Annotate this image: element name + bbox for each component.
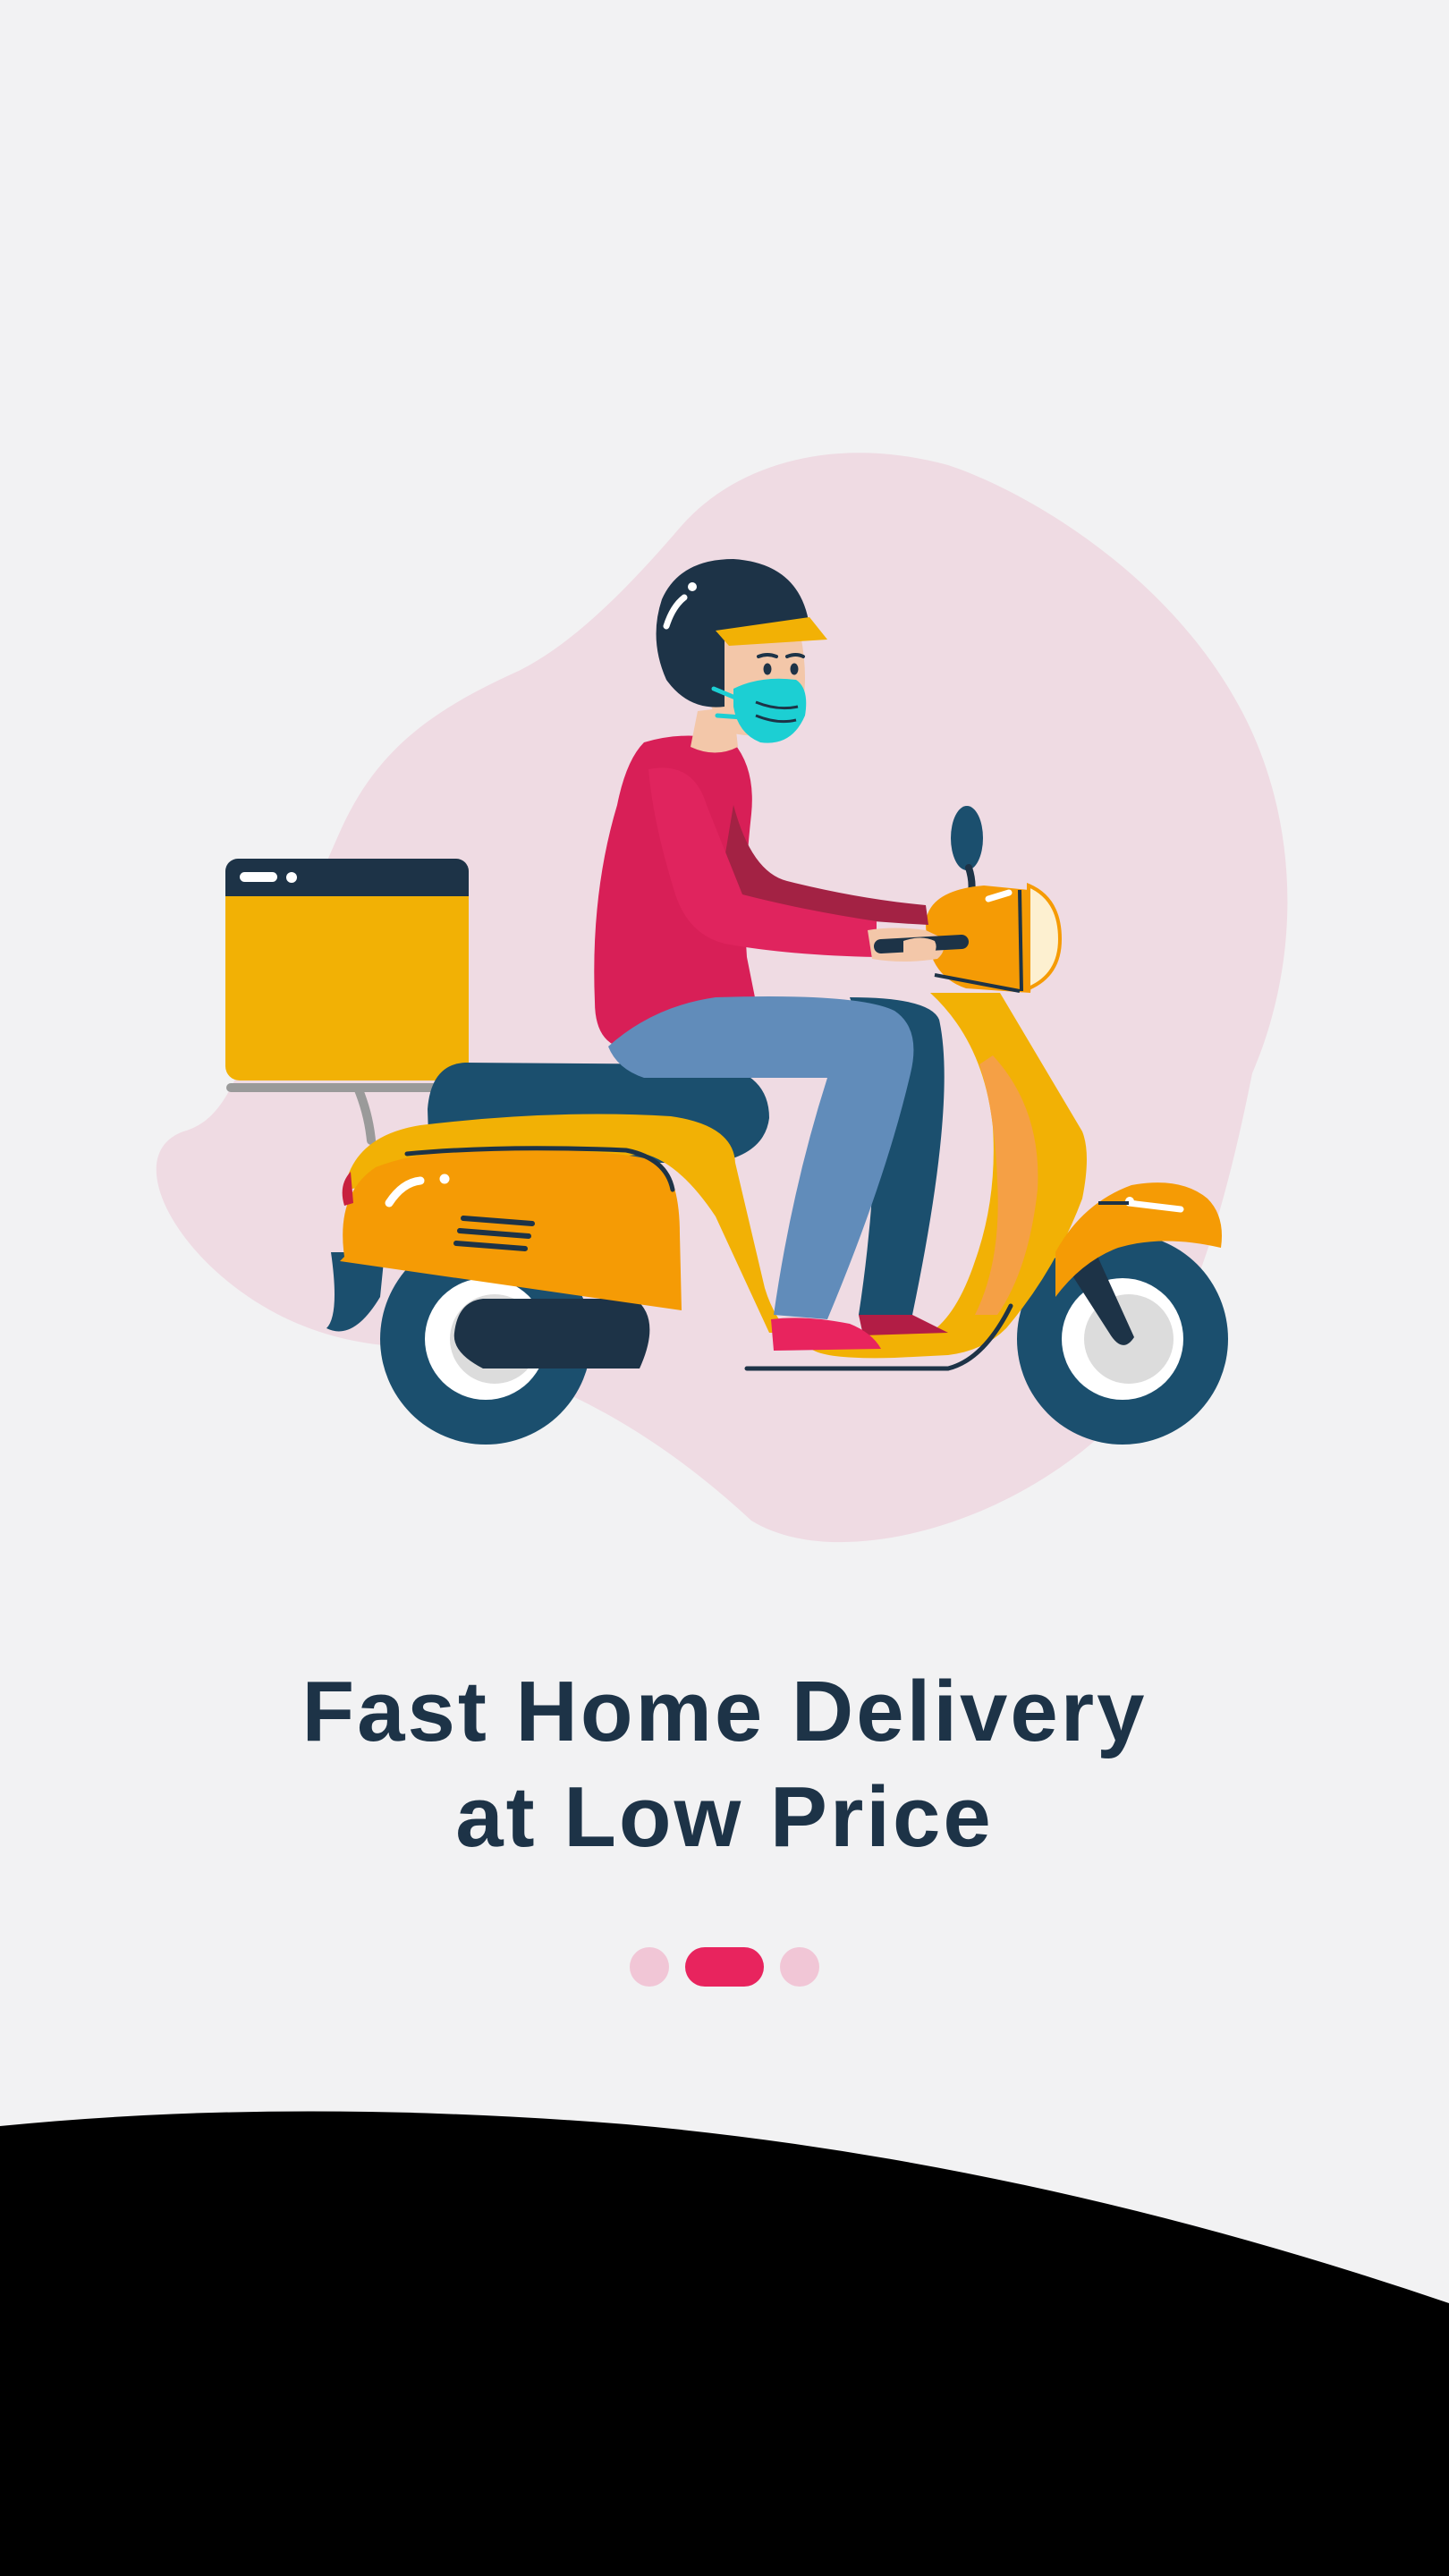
bottom-curved-panel	[0, 2093, 1449, 2576]
onboarding-title: Fast Home Delivery at Low Price	[0, 1659, 1449, 1870]
page-dot-1[interactable]	[630, 1947, 669, 1987]
onboarding-screen: Fast Home Delivery at Low Price	[0, 0, 1449, 2576]
page-indicator	[0, 1946, 1449, 1987]
onboarding-title-line-2: at Low Price	[455, 1769, 994, 1865]
onboarding-title-line-1: Fast Home Delivery	[301, 1664, 1148, 1759]
page-dot-2-active[interactable]	[685, 1947, 764, 1987]
page-dot-3[interactable]	[780, 1947, 819, 1987]
delivery-illustration	[0, 429, 1449, 1574]
